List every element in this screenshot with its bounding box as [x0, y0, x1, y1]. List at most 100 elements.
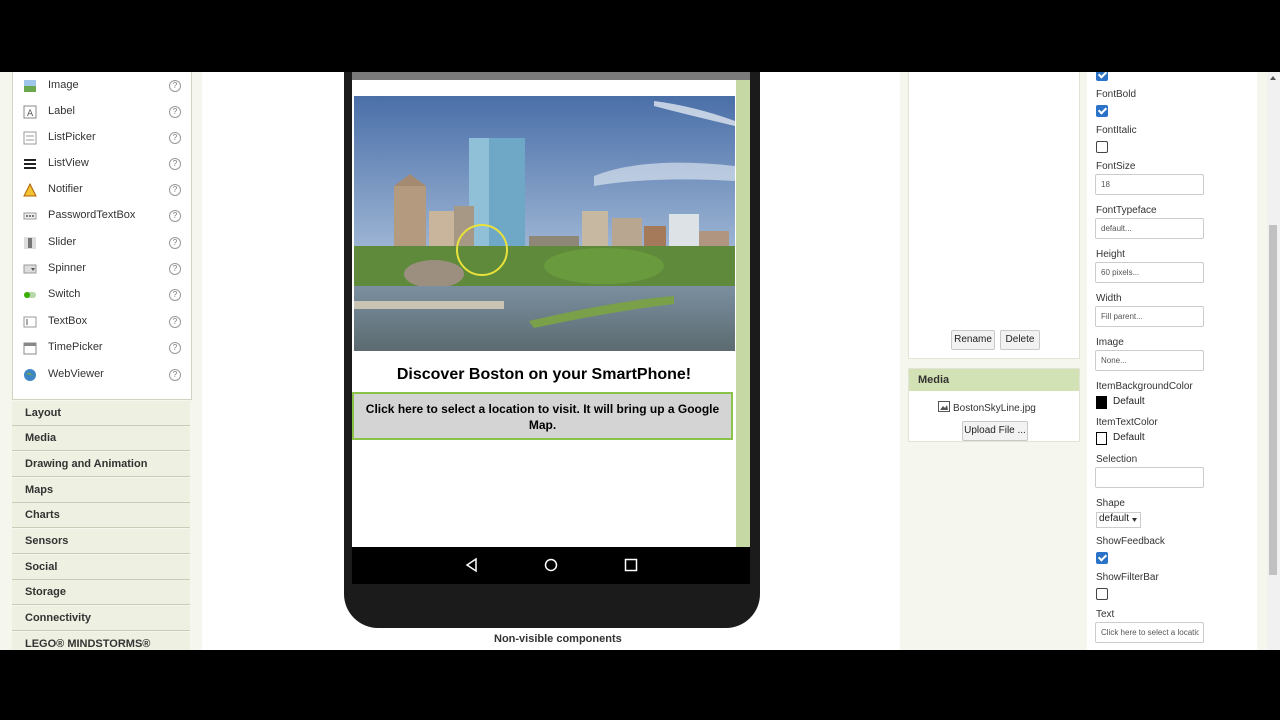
home-icon: [544, 558, 558, 572]
width-value: Fill parent...: [1101, 312, 1143, 321]
prop-selection-label: Selection: [1096, 454, 1138, 465]
itemtext-color-value[interactable]: Default: [1113, 432, 1145, 443]
app-title-label[interactable]: Discover Boston on your SmartPhone!: [352, 366, 736, 384]
category-storage[interactable]: Storage: [12, 580, 190, 605]
text-value: Click here to select a location to visit: [1101, 628, 1199, 637]
palette-item-label: Notifier: [48, 183, 83, 195]
boston-skyline-image[interactable]: [354, 96, 735, 351]
palette-item-label-component[interactable]: A Label ?: [13, 99, 191, 125]
fontbold-checkbox[interactable]: [1096, 105, 1108, 117]
prop-height-label: Height: [1096, 249, 1125, 260]
showfilterbar-checkbox[interactable]: [1096, 588, 1108, 600]
category-maps[interactable]: Maps: [12, 478, 190, 503]
spinner-icon: [23, 264, 37, 274]
select-location-listpicker[interactable]: Click here to select a location to visit…: [352, 392, 733, 440]
prop-fontitalic-label: FontItalic: [1096, 125, 1137, 136]
prop-fontsize-label: FontSize: [1096, 161, 1136, 172]
palette-item-passwordtextbox[interactable]: PasswordTextBox ?: [13, 203, 191, 229]
media-panel: Media BostonSkyLine.jpg Upload File ...: [908, 368, 1080, 442]
palette-item-label: PasswordTextBox: [48, 209, 136, 221]
shape-select[interactable]: default: [1096, 512, 1141, 528]
page-scrollbar[interactable]: [1267, 72, 1280, 650]
image-file-icon: [938, 401, 950, 412]
fonttypeface-picker[interactable]: default...: [1095, 218, 1204, 239]
help-icon[interactable]: ?: [169, 80, 181, 92]
switch-icon: [24, 292, 36, 298]
palette-item-listview[interactable]: ListView ?: [13, 151, 191, 177]
help-icon[interactable]: ?: [169, 132, 181, 144]
scrollbar-thumb[interactable]: [1269, 225, 1277, 575]
fontsize-input[interactable]: 18: [1095, 174, 1204, 195]
palette-item-notifier[interactable]: Notifier ?: [13, 177, 191, 203]
category-social[interactable]: Social: [12, 555, 190, 580]
help-icon[interactable]: ?: [169, 342, 181, 354]
help-icon[interactable]: ?: [169, 184, 181, 196]
palette-item-timepicker[interactable]: TimePicker ?: [13, 335, 191, 361]
help-icon[interactable]: ?: [169, 106, 181, 118]
media-file-name[interactable]: BostonSkyLine.jpg: [953, 403, 1036, 414]
itemtext-color-swatch[interactable]: [1096, 432, 1107, 445]
category-label: Media: [25, 432, 57, 444]
image-picker[interactable]: None...: [1095, 350, 1204, 371]
label-icon: A: [23, 105, 37, 119]
help-icon[interactable]: ?: [169, 369, 181, 381]
showfeedback-checkbox[interactable]: [1096, 552, 1108, 564]
text-input[interactable]: Click here to select a location to visit: [1095, 622, 1204, 643]
prop-showfeedback-label: ShowFeedback: [1096, 536, 1165, 547]
palette-item-image[interactable]: Image ?: [13, 73, 191, 99]
warning-icon: [23, 183, 37, 197]
palette-item-label: ListPicker: [48, 131, 96, 143]
category-lego-mindstorms[interactable]: LEGO® MINDSTORMS®: [12, 632, 190, 650]
textbox-icon: [23, 316, 37, 328]
upload-file-button[interactable]: Upload File ...: [962, 421, 1028, 441]
image-icon: [24, 80, 36, 92]
height-picker[interactable]: 60 pixels...: [1095, 262, 1204, 283]
slider-icon: [24, 237, 36, 249]
back-icon: [465, 557, 477, 573]
palette-item-switch[interactable]: Switch ?: [13, 282, 191, 308]
width-picker[interactable]: Fill parent...: [1095, 306, 1204, 327]
itembg-color-swatch[interactable]: [1096, 396, 1107, 409]
password-icon: [23, 212, 37, 220]
palette-item-spinner[interactable]: Spinner ?: [13, 256, 191, 282]
help-icon[interactable]: ?: [169, 237, 181, 249]
palette-item-listpicker[interactable]: ListPicker ?: [13, 125, 191, 151]
help-icon[interactable]: ?: [169, 158, 181, 170]
palette-item-label: TextBox: [48, 315, 88, 327]
selection-input[interactable]: [1095, 467, 1204, 488]
android-nav-bar: [352, 547, 750, 584]
components-panel: Rename Delete: [908, 72, 1080, 359]
palette-item-label: WebViewer: [48, 368, 104, 380]
shape-value: default: [1099, 513, 1130, 524]
help-icon[interactable]: ?: [169, 263, 181, 275]
palette-item-textbox[interactable]: TextBox ?: [13, 309, 191, 335]
scroll-up-arrow-icon[interactable]: [1270, 76, 1276, 80]
prop-itembg-label: ItemBackgroundColor: [1096, 381, 1193, 392]
fontitalic-checkbox[interactable]: [1096, 141, 1108, 153]
category-layout[interactable]: Layout: [12, 401, 190, 426]
itembg-color-value[interactable]: Default: [1113, 396, 1145, 407]
listpicker-text: Click here to select a location to visit…: [365, 402, 720, 432]
palette-item-webviewer[interactable]: WebViewer ?: [13, 362, 191, 388]
category-connectivity[interactable]: Connectivity: [12, 606, 190, 631]
category-charts[interactable]: Charts: [12, 503, 190, 528]
height-value: 60 pixels...: [1101, 268, 1140, 277]
rename-button[interactable]: Rename: [951, 330, 995, 350]
category-sensors[interactable]: Sensors: [12, 529, 190, 554]
help-icon[interactable]: ?: [169, 316, 181, 328]
help-icon[interactable]: ?: [169, 289, 181, 301]
fontsize-value: 18: [1101, 180, 1110, 189]
category-label: Drawing and Animation: [25, 458, 148, 470]
palette-panel: Image ? A Label ? ListPicker ? ListView …: [0, 72, 200, 650]
help-icon[interactable]: ?: [169, 210, 181, 222]
delete-button[interactable]: Delete: [1000, 330, 1040, 350]
category-label: LEGO® MINDSTORMS®: [25, 638, 151, 650]
palette-item-slider[interactable]: Slider ?: [13, 230, 191, 256]
prop-width-label: Width: [1096, 293, 1122, 304]
category-drawing-and-animation[interactable]: Drawing and Animation: [12, 452, 190, 477]
palette-item-label: Label: [48, 105, 75, 117]
checkbox-previous-property[interactable]: [1096, 72, 1108, 81]
listview-icon: [24, 159, 36, 169]
category-media[interactable]: Media: [12, 426, 190, 451]
chevron-down-icon: [1132, 518, 1137, 522]
